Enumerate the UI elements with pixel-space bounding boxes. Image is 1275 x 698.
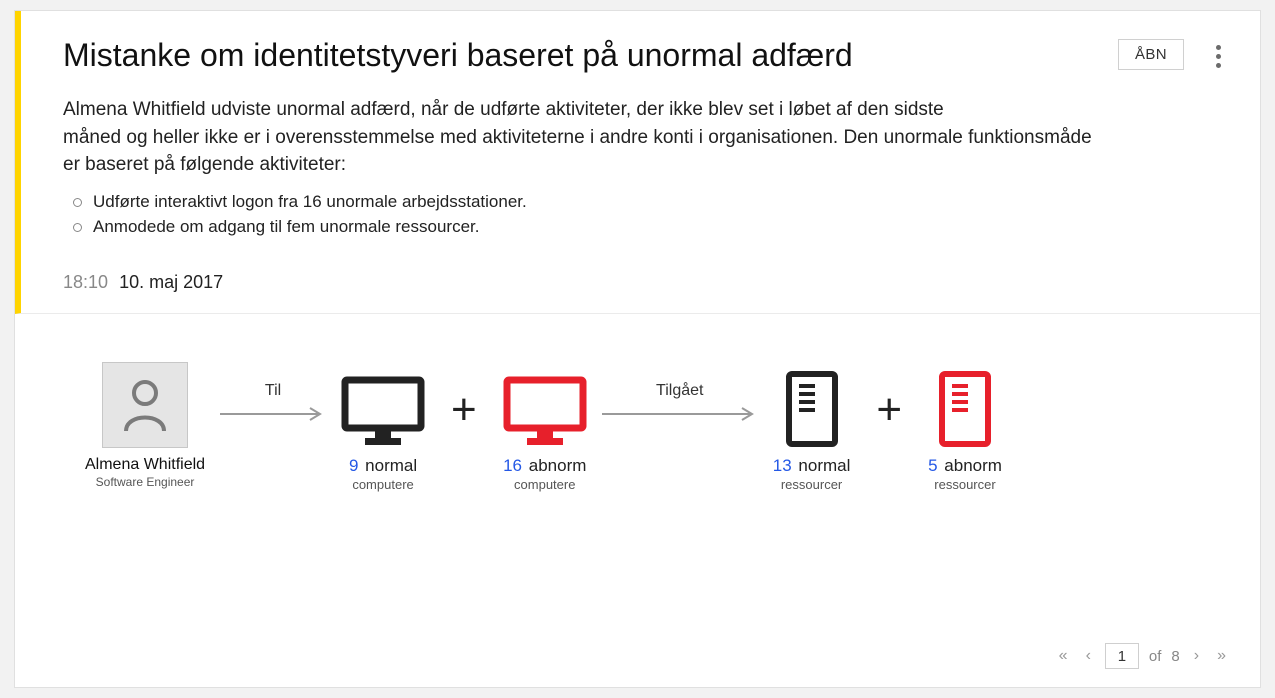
pager: « ‹ of 8 › » <box>1055 643 1230 669</box>
alert-header: Mistanke om identitetstyveri baseret på … <box>15 11 1260 314</box>
pager-of-label: of <box>1149 648 1162 665</box>
metric-label: normal <box>365 456 417 475</box>
metric-sub: ressourcer <box>934 477 995 492</box>
computers-normal-node: 9 normal computere <box>341 362 425 492</box>
alert-card: Mistanke om identitetstyveri baseret på … <box>14 10 1261 688</box>
arrow-icon <box>600 404 760 424</box>
metric-count: 13 <box>773 456 792 475</box>
arrow-to: Til <box>213 382 333 424</box>
metric-count: 16 <box>503 456 522 475</box>
metric-sub: computere <box>514 477 575 492</box>
user-role: Software Engineer <box>96 475 195 489</box>
activity-list: Udførte interaktivt logon fra 16 unormal… <box>73 189 1212 240</box>
metric: 5 abnorm <box>928 456 1002 476</box>
metric-sub: computere <box>352 477 413 492</box>
alert-title: Mistanke om identitetstyveri baseret på … <box>63 37 1212 74</box>
user-name: Almena Whitfield <box>85 456 205 474</box>
metric-count: 9 <box>349 456 358 475</box>
alert-description: Almena Whitfield udviste unormal adfærd,… <box>63 96 1163 179</box>
activity-diagram: Almena Whitfield Software Engineer Til 9 <box>15 314 1260 492</box>
monitor-icon <box>341 362 425 448</box>
pager-last-icon[interactable]: » <box>1213 645 1230 667</box>
arrow-accessed: Tilgået <box>595 382 765 424</box>
plus-icon: + <box>451 388 477 432</box>
resources-normal-node: 13 normal ressourcer <box>773 362 851 492</box>
metric: 16 abnorm <box>503 456 586 476</box>
pager-prev-icon[interactable]: ‹ <box>1082 645 1095 667</box>
user-node: Almena Whitfield Software Engineer <box>85 362 205 489</box>
metric-count: 5 <box>928 456 937 475</box>
metric-label: abnorm <box>944 456 1002 475</box>
pager-current-input[interactable] <box>1105 643 1139 669</box>
metric: 13 normal <box>773 456 851 476</box>
server-icon <box>785 362 839 448</box>
timestamp: 18:10 10. maj 2017 <box>63 272 1212 293</box>
time-value: 18:10 <box>63 272 108 292</box>
metric-label: abnorm <box>529 456 587 475</box>
monitor-icon <box>503 362 587 448</box>
metric-label: normal <box>798 456 850 475</box>
plus-icon: + <box>876 388 902 432</box>
metric-sub: ressourcer <box>781 477 842 492</box>
date-value: 10. maj 2017 <box>119 272 223 292</box>
resources-abnormal-node: 5 abnorm ressourcer <box>928 362 1002 492</box>
metric: 9 normal <box>349 456 417 476</box>
more-menu-icon[interactable] <box>1204 39 1232 73</box>
open-button[interactable]: ÅBN <box>1118 39 1184 70</box>
user-avatar-icon <box>102 362 188 448</box>
server-icon <box>938 362 992 448</box>
activity-item: Udførte interaktivt logon fra 16 unormal… <box>73 189 1212 215</box>
arrow-icon <box>218 404 328 424</box>
description-line: er baseret på følgende aktiviteter: <box>63 154 346 175</box>
arrow-label: Tilgået <box>656 382 703 400</box>
pager-next-icon[interactable]: › <box>1190 645 1203 667</box>
description-line: måned og heller ikke er i overensstemmel… <box>63 127 1092 148</box>
pager-first-icon[interactable]: « <box>1055 645 1072 667</box>
computers-abnormal-node: 16 abnorm computere <box>503 362 587 492</box>
arrow-label: Til <box>265 382 281 400</box>
description-line: Almena Whitfield udviste unormal adfærd,… <box>63 99 944 120</box>
pager-total: 8 <box>1171 648 1179 665</box>
activity-item: Anmodede om adgang til fem unormale ress… <box>73 214 1212 240</box>
